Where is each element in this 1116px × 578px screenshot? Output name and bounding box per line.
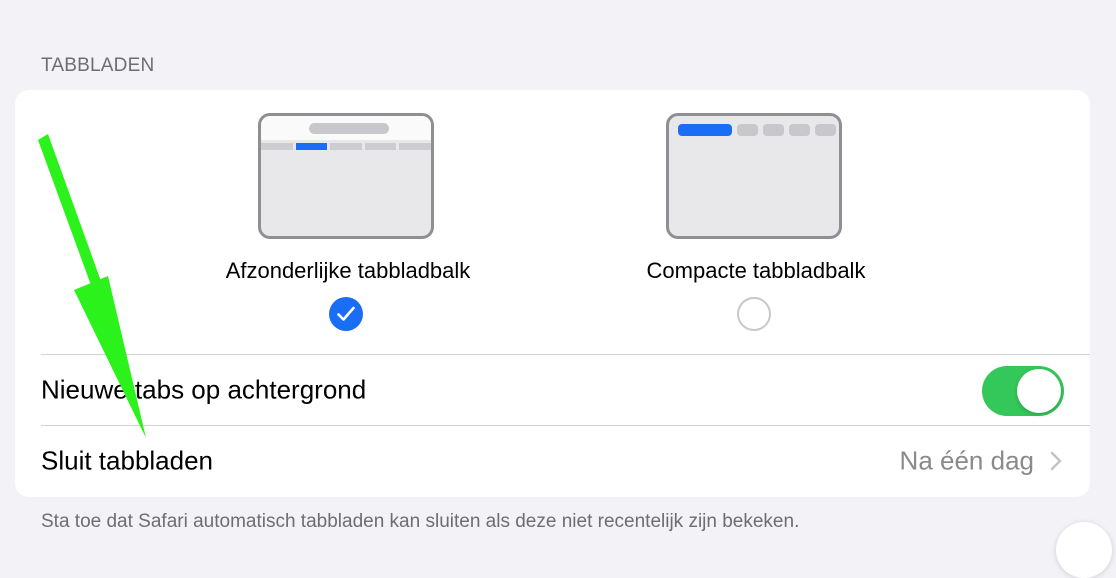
checkmark-icon xyxy=(337,306,355,321)
option-label: Compacte tabbladbalk xyxy=(646,258,866,283)
preview-tab xyxy=(330,143,362,150)
preview-tab-active xyxy=(678,124,732,136)
section-footer: Sta toe dat Safari automatisch tabbladen… xyxy=(41,511,800,532)
close-tabs-value: Na één dag xyxy=(899,445,1034,476)
preview-toolbar xyxy=(261,116,431,140)
radio-compact-tab-bar[interactable] xyxy=(737,297,771,331)
row-label: Sluit tabbladen xyxy=(41,445,214,476)
preview-compact-tabs xyxy=(678,124,836,136)
preview-tab xyxy=(763,124,784,136)
preview-tab xyxy=(364,143,397,150)
row-label: Nieuwe tabs op achtergrond xyxy=(41,374,367,405)
row-background-tabs: Nieuwe tabs op achtergrond xyxy=(15,355,1090,425)
preview-tab xyxy=(261,143,293,150)
compact-tab-bar-preview[interactable] xyxy=(666,113,842,239)
chevron-right-icon xyxy=(1050,451,1062,471)
tabs-settings-card: Afzonderlijke tabbladbalk Compacte tabbl… xyxy=(15,90,1090,497)
background-tabs-toggle[interactable] xyxy=(982,366,1064,416)
preview-tab-active xyxy=(295,143,328,150)
preview-tab xyxy=(737,124,758,136)
preview-tab xyxy=(789,124,810,136)
radio-separate-tab-bar[interactable] xyxy=(329,297,363,331)
toggle-knob xyxy=(1017,369,1061,413)
option-label: Afzonderlijke tabbladbalk xyxy=(225,258,471,283)
preview-tab xyxy=(815,124,836,136)
corner-floating-button[interactable] xyxy=(1056,522,1112,578)
preview-tab-row xyxy=(261,143,431,150)
preview-address-bar xyxy=(309,123,389,134)
section-header: TABBLADEN xyxy=(41,55,155,76)
row-close-tabs[interactable]: Sluit tabbladen Na één dag xyxy=(15,426,1090,496)
separate-tab-bar-preview[interactable] xyxy=(258,113,434,239)
preview-tab xyxy=(399,143,431,150)
